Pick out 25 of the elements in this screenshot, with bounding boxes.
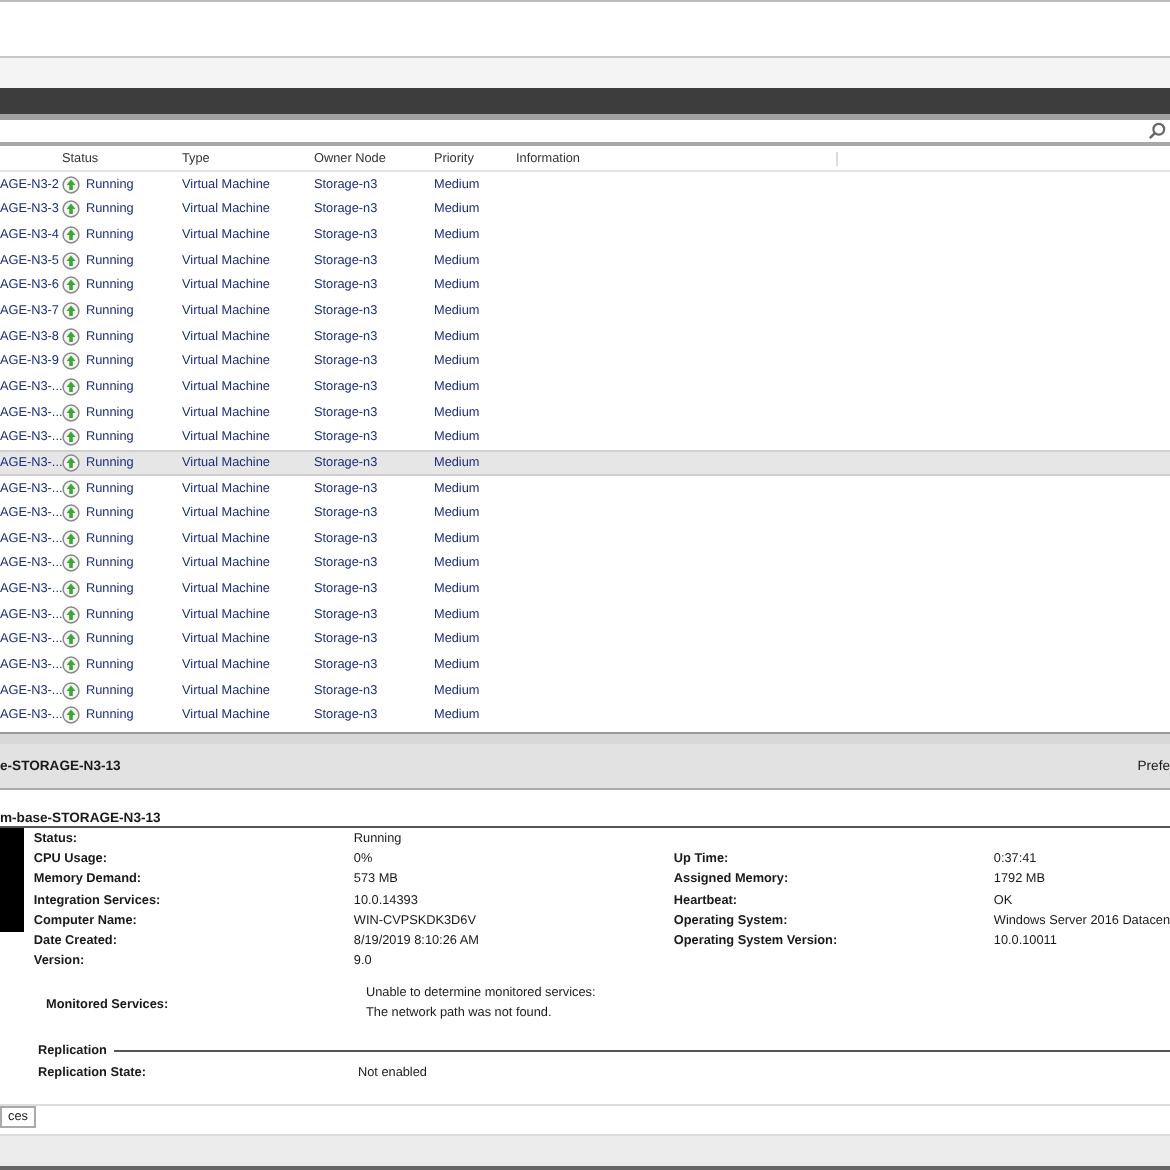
running-status-icon [62, 706, 80, 725]
running-status-icon [62, 580, 80, 599]
search-field[interactable] [0, 120, 1170, 146]
running-status-icon [62, 302, 80, 321]
running-status-icon [62, 655, 80, 674]
running-status-icon [62, 226, 80, 245]
running-status-icon [62, 479, 80, 497]
running-status-icon [62, 630, 80, 649]
running-status-icon [62, 428, 80, 447]
running-status-icon [62, 200, 80, 219]
running-status-icon [62, 554, 80, 573]
running-status-icon [62, 251, 80, 270]
running-status-icon [62, 605, 80, 624]
running-status-icon [62, 504, 80, 523]
running-status-icon [62, 352, 80, 371]
vm-thumbnail [0, 828, 24, 932]
running-status-icon [62, 377, 80, 396]
running-status-icon [62, 403, 80, 422]
running-status-icon [62, 327, 80, 346]
running-status-icon [62, 453, 80, 472]
search-icon[interactable] [1148, 122, 1166, 140]
running-status-icon [62, 276, 80, 295]
running-status-icon [62, 175, 80, 194]
running-status-icon [62, 529, 80, 548]
running-status-icon [62, 681, 80, 700]
